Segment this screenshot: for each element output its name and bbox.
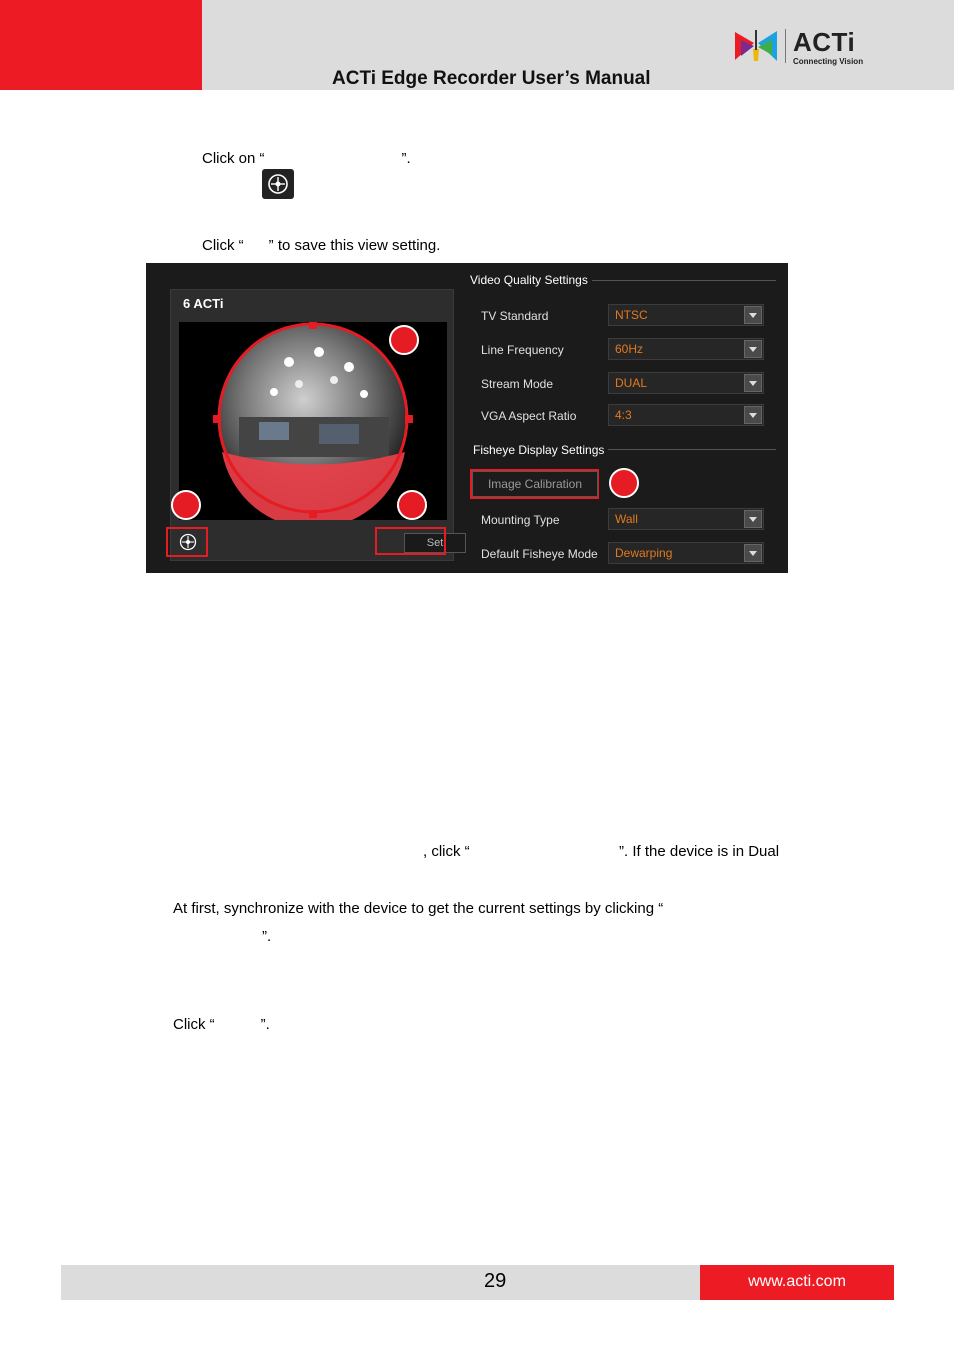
callout-marker-1 [389, 325, 419, 355]
instruction-line-2: Click “ ” to save this view setting. [202, 237, 440, 254]
footer-band [61, 1265, 700, 1300]
stream-mode-select[interactable]: DUAL [608, 372, 764, 394]
butterfly-logo-icon [735, 30, 777, 61]
fisheye-display-heading: Fisheye Display Settings [473, 443, 605, 457]
crosshair-icon [268, 174, 288, 194]
default-fisheye-mode-value: Dewarping [615, 546, 673, 560]
image-calibration-button[interactable]: Image Calibration [472, 471, 598, 497]
website-link[interactable]: www.acti.com [700, 1273, 894, 1291]
page-number: 29 [484, 1270, 507, 1292]
logo-wordmark: ACTi [793, 27, 856, 57]
stream-mode-value: DUAL [615, 376, 648, 390]
paragraph-2-line-1: At first, synchronize with the device to… [173, 900, 664, 917]
chevron-down-icon [744, 544, 762, 562]
line-frequency-select[interactable]: 60Hz [608, 338, 764, 360]
camera-title: 6 ACTi [183, 296, 224, 311]
chevron-down-icon [744, 510, 762, 528]
fisheye-settings-screenshot: 6 ACTi Set Video Quality Settings TV Sta… [146, 263, 788, 573]
mounting-type-label: Mounting Type [481, 513, 560, 527]
logo-divider [785, 29, 786, 63]
mounting-type-value: Wall [615, 512, 638, 526]
instruction-line-2-prefix: Click “ [202, 237, 244, 254]
paragraph-3-suffix: ”. [260, 1016, 270, 1033]
callout-marker-2 [171, 490, 201, 520]
line-frequency-value: 60Hz [615, 342, 644, 356]
chevron-down-icon [744, 340, 762, 358]
crosshair-button[interactable] [262, 169, 294, 199]
crosshair-icon[interactable] [179, 533, 197, 551]
footer-url-block: www.acti.com [700, 1265, 894, 1300]
chevron-down-icon [744, 406, 762, 424]
tv-standard-value: NTSC [615, 308, 648, 322]
paragraph-2-line-2: ”. [262, 928, 272, 945]
instruction-line-1: Click on “ ”. [202, 150, 411, 167]
video-quality-heading: Video Quality Settings [470, 273, 588, 287]
paragraph-3: Click “ ”. [173, 1016, 270, 1033]
logo-tagline: Connecting Vision [793, 57, 864, 66]
acti-logo: ACTi Connecting Vision [733, 27, 868, 67]
instruction-line-1-prefix: Click on “ [202, 150, 265, 167]
default-fisheye-mode-select[interactable]: Dewarping [608, 542, 764, 564]
paragraph-3-prefix: Click “ [173, 1016, 215, 1033]
tv-standard-select[interactable]: NTSC [608, 304, 764, 326]
paragraph-1-fragment-right: ”. If the device is in Dual [619, 843, 780, 860]
manual-title: ACTi Edge Recorder User’s Manual [332, 68, 651, 89]
chevron-down-icon [744, 374, 762, 392]
chevron-down-icon [744, 306, 762, 324]
paragraph-1-fragment-left: , click “ [423, 843, 470, 860]
section-divider [608, 449, 776, 450]
vga-aspect-ratio-label: VGA Aspect Ratio [481, 409, 577, 423]
callout-marker-3 [397, 490, 427, 520]
mounting-type-select[interactable]: Wall [608, 508, 764, 530]
vga-aspect-ratio-select[interactable]: 4:3 [608, 404, 764, 426]
line-frequency-label: Line Frequency [481, 343, 564, 357]
stream-mode-label: Stream Mode [481, 377, 554, 391]
instruction-line-1-suffix: ”. [401, 150, 411, 167]
tv-standard-label: TV Standard [481, 309, 549, 323]
set-button-highlight [375, 527, 446, 555]
section-divider [592, 280, 776, 281]
header-red-block [0, 0, 202, 90]
instruction-line-2-suffix: ” to save this view setting. [268, 237, 441, 254]
default-fisheye-mode-label: Default Fisheye Mode [481, 547, 598, 561]
callout-marker-4 [609, 468, 639, 498]
vga-aspect-ratio-value: 4:3 [615, 408, 632, 422]
